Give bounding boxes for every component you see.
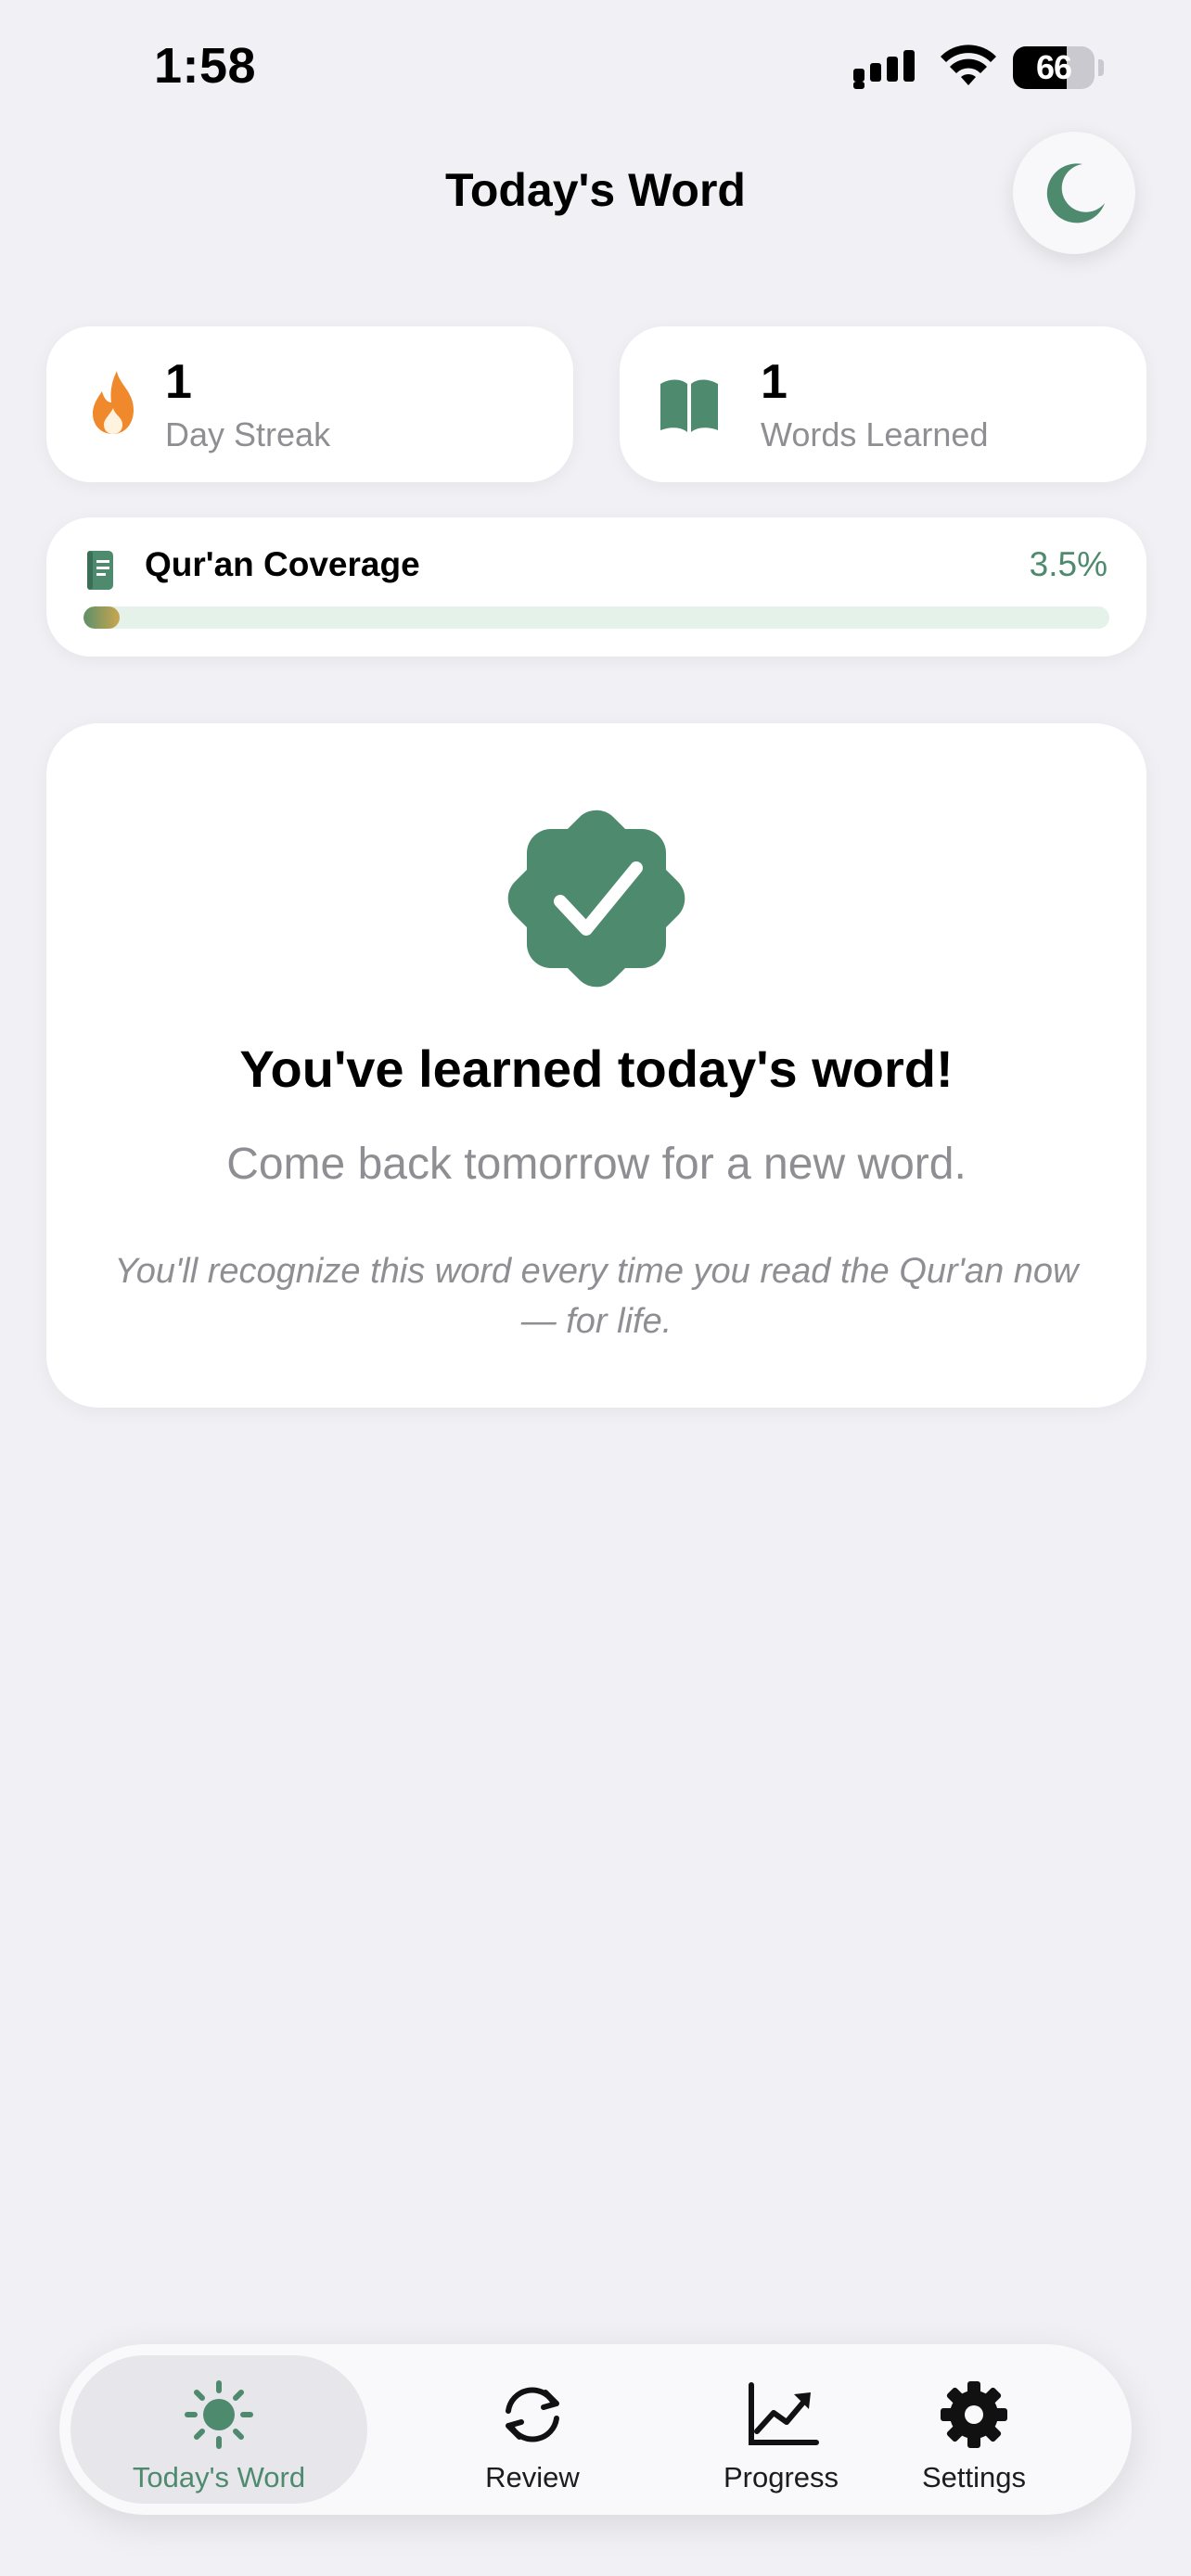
theme-toggle-button[interactable] (1013, 132, 1135, 254)
tab-settings[interactable]: Settings (826, 2355, 1122, 2504)
status-icons: 66 (853, 43, 1104, 98)
words-value: 1 (761, 355, 788, 409)
gear-icon (941, 2381, 1007, 2448)
streak-label: Day Streak (165, 415, 331, 453)
completion-note: You'll recognize this word every time yo… (114, 1252, 1079, 1341)
book-icon (87, 551, 113, 590)
verified-badge-icon (507, 810, 685, 988)
quran-coverage-card: Qur'an Coverage 3.5% (46, 517, 1146, 657)
status-time: 1:58 (154, 38, 257, 94)
sun-icon (185, 2380, 253, 2449)
streak-value: 1 (165, 355, 192, 409)
tab-bar: Today's Word Review Progress Settings (59, 2344, 1132, 2515)
cellular-signal-icon (853, 50, 915, 89)
app-screen: 1:58 66 Today's Word 1 Day Streak 1 Word… (0, 0, 1191, 2576)
words-label: Words Learned (761, 415, 989, 453)
battery-cap (1098, 59, 1104, 76)
flame-icon (93, 371, 134, 434)
wifi-icon (941, 45, 996, 85)
completion-card: You've learned today's word! Come back t… (46, 723, 1146, 1408)
tab-label: Today's Word (132, 2461, 306, 2493)
battery-icon: 66 (1013, 46, 1095, 89)
completion-title: You've learned today's word! (239, 1039, 954, 1098)
chart-icon (749, 2382, 819, 2445)
completion-subtitle: Come back tomorrow for a new word. (226, 1140, 967, 1189)
coverage-percent: 3.5% (1029, 545, 1108, 583)
open-book-icon (660, 379, 718, 432)
coverage-progress-fill (83, 606, 120, 629)
refresh-icon (506, 2387, 559, 2442)
moon-icon (1046, 163, 1105, 223)
coverage-progress-bar (83, 606, 1109, 629)
coverage-title: Qur'an Coverage (145, 545, 420, 583)
words-learned-card: 1 Words Learned (620, 326, 1146, 482)
battery-level: 66 (1035, 48, 1072, 86)
streak-card: 1 Day Streak (46, 326, 573, 482)
tab-todays-word[interactable]: Today's Word (70, 2355, 367, 2504)
tab-label: Settings (921, 2461, 1026, 2493)
